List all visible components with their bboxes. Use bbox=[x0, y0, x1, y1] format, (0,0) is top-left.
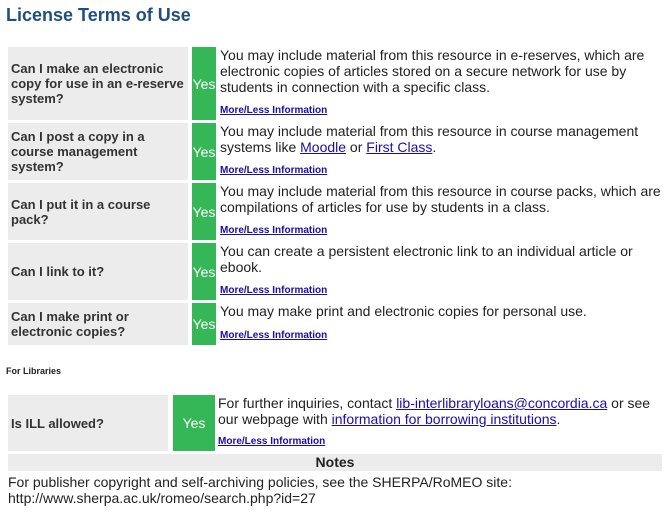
first-class-link[interactable]: First Class bbox=[366, 139, 432, 155]
term-answer: You may make print and electronic copies… bbox=[220, 303, 664, 345]
term-row-ereserve: Can I make an electronic copy for use in… bbox=[8, 47, 664, 120]
ill-email-link[interactable]: lib-interlibraryloans@concordia.ca bbox=[396, 395, 607, 411]
ill-answer: For further inquiries, contact lib-inter… bbox=[218, 395, 664, 451]
more-less-info-link[interactable]: More/Less Information bbox=[220, 328, 327, 344]
answer-text-part: or bbox=[346, 139, 367, 155]
term-question: Can I post a copy in a course management… bbox=[8, 123, 188, 180]
answer-text-part: . bbox=[432, 139, 437, 155]
term-answer: You may include material from this resou… bbox=[220, 123, 664, 180]
page-title: License Terms of Use bbox=[6, 5, 191, 25]
more-less-info-link[interactable]: More/Less Information bbox=[220, 223, 327, 239]
yes-badge: Yes bbox=[192, 123, 216, 180]
term-row-print-copies: Can I make print or electronic copies? Y… bbox=[8, 303, 664, 345]
yes-badge: Yes bbox=[192, 183, 216, 240]
term-row-course-pack: Can I put it in a course pack? Yes You m… bbox=[8, 183, 664, 240]
term-answer: You can create a persistent electronic l… bbox=[220, 243, 664, 300]
term-answer: You may include material from this resou… bbox=[220, 183, 664, 240]
term-row-course-management: Can I post a copy in a course management… bbox=[8, 123, 664, 180]
ill-question: Is ILL allowed? bbox=[8, 395, 168, 451]
ill-answer-text: For further inquiries, contact lib-inter… bbox=[218, 395, 664, 427]
term-answer-text: You may include material from this resou… bbox=[220, 123, 664, 155]
more-less-info-link[interactable]: More/Less Information bbox=[220, 163, 327, 179]
term-question: Can I put it in a course pack? bbox=[8, 183, 188, 240]
term-answer-text: You can create a persistent electronic l… bbox=[220, 243, 633, 275]
yes-badge: Yes bbox=[173, 395, 215, 451]
moodle-link[interactable]: Moodle bbox=[300, 139, 346, 155]
notes-body: For publisher copyright and self-archivi… bbox=[8, 474, 512, 506]
term-answer-text: You may include material from this resou… bbox=[220, 183, 661, 215]
answer-text-part: . bbox=[556, 411, 561, 427]
more-less-info-link[interactable]: More/Less Information bbox=[220, 283, 327, 299]
for-libraries-heading: For Libraries bbox=[6, 366, 62, 376]
term-question: Can I make print or electronic copies? bbox=[8, 303, 188, 345]
yes-badge: Yes bbox=[192, 47, 216, 120]
term-answer-text: You may make print and electronic copies… bbox=[220, 303, 587, 319]
term-answer: You may include material from this resou… bbox=[220, 47, 664, 120]
more-less-info-link[interactable]: More/Less Information bbox=[218, 434, 325, 450]
answer-text-part: For further inquiries, contact bbox=[218, 395, 397, 411]
notes-header: Notes bbox=[8, 454, 662, 471]
term-answer-text: You may include material from this resou… bbox=[220, 47, 645, 95]
ill-row: Is ILL allowed? Yes For further inquirie… bbox=[8, 395, 664, 451]
yes-badge: Yes bbox=[192, 303, 216, 345]
borrowing-info-link[interactable]: information for borrowing institutions bbox=[332, 411, 557, 427]
term-question: Can I make an electronic copy for use in… bbox=[8, 47, 188, 120]
yes-badge: Yes bbox=[192, 243, 216, 300]
term-question: Can I link to it? bbox=[8, 243, 188, 300]
term-row-link: Can I link to it? Yes You can create a p… bbox=[8, 243, 664, 300]
more-less-info-link[interactable]: More/Less Information bbox=[220, 103, 327, 119]
